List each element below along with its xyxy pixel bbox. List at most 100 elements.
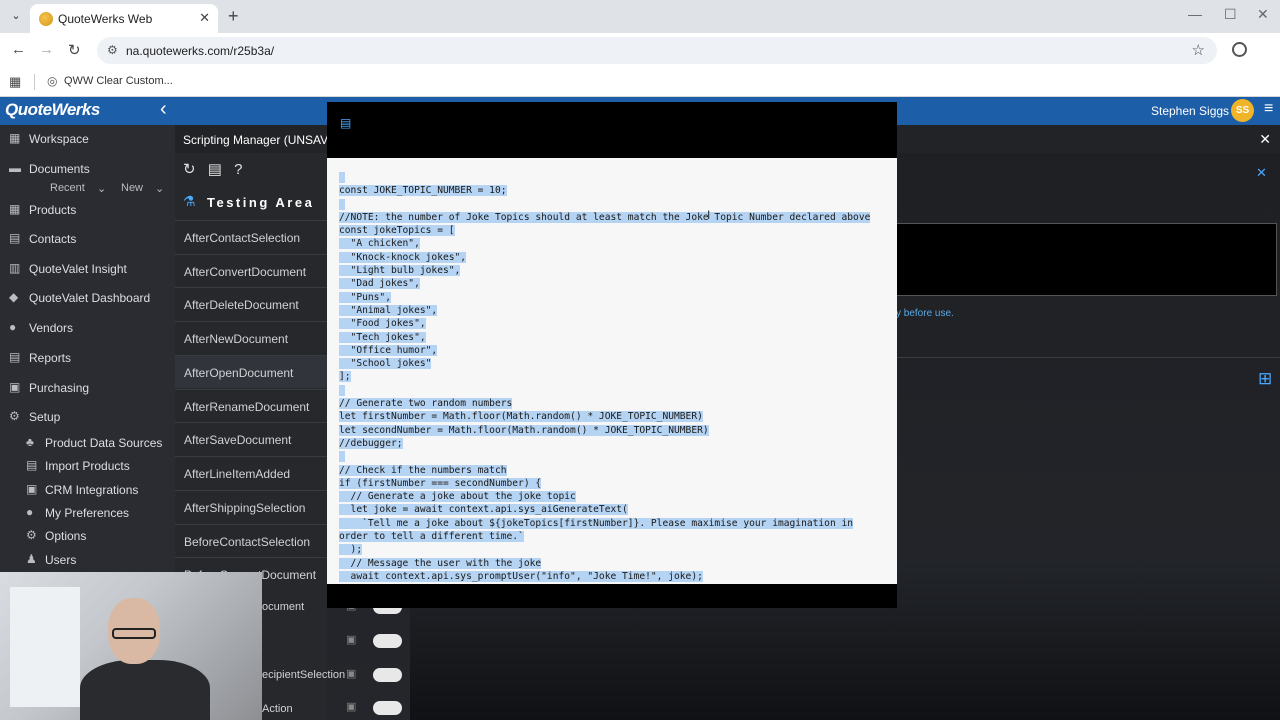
script-event-label[interactable]: ocument [262,601,304,613]
help-icon[interactable]: ? [234,161,242,178]
script-event-item[interactable]: AfterConvertDocument [175,254,327,287]
sidebar-item-import-products[interactable]: ▤ Import Products [0,454,175,478]
avatar[interactable]: SS [1231,99,1254,122]
quotewerks-logo: QuoteWerks [5,100,100,119]
code-line-text: if (firstNumber === secondNumber) { [339,477,542,489]
chevron-down-icon[interactable]: ⌄ [97,182,106,195]
document-icon: ▤ [340,116,352,130]
bookmark-link[interactable]: QWW Clear Custom... [64,75,173,87]
sidebar-item-label: Products [29,203,77,217]
script-event-item[interactable]: AfterShippingSelection [175,490,327,523]
documents-shortcuts: Recent ⌄ New ⌄ [0,182,175,196]
event-toggle-row: ▣ [340,665,410,685]
code-line: await context.api.sys_promptUser("info",… [339,570,870,583]
sidebar-item-purchasing[interactable]: ▣ Purchasing [0,376,175,400]
scroll-icon[interactable]: ▤ [208,161,222,178]
browser-tab-bar: ⌄ QuoteWerks Web ✕ + — ☐ ✕ [0,0,1280,33]
new-tab-button[interactable]: + [228,6,239,27]
refresh-icon[interactable]: ↻ [183,161,196,178]
testing-area-label[interactable]: Testing Area [207,195,314,210]
recent-dropdown[interactable]: Recent [50,182,85,194]
script-event-label[interactable]: ecipientSelection [262,669,345,681]
sidebar-item-product-data-sources[interactable]: ♣ Product Data Sources [0,431,175,455]
sidebar-item-users[interactable]: ♟ Users [0,548,175,572]
script-textarea[interactable] [896,223,1277,296]
minimize-icon[interactable]: — [1188,6,1202,22]
code-line: //debugger; [339,437,870,450]
bookmarks-bar: ▦ ◎ QWW Clear Custom... [0,68,1280,97]
sidebar-item-crm-integrations[interactable]: ▣ CRM Integrations [0,478,175,502]
site-info-icon[interactable]: ⚙ [107,43,118,57]
sidebar-item-documents[interactable]: ▬ Documents [0,157,175,181]
script-event-item[interactable]: AfterRenameDocument [175,389,327,422]
forward-arrow-icon[interactable]: → [39,41,54,58]
event-toggle-row: ▣ [340,631,410,651]
code-line: order to tell a different time.` [339,530,870,543]
sidebar-item-vendors[interactable]: ● Vendors [0,316,175,340]
code-viewer[interactable]: const JOKE_TOPIC_NUMBER = 10; //NOTE: th… [327,158,897,584]
script-event-item[interactable]: AfterSaveDocument [175,422,327,455]
script-event-item[interactable]: BeforeContactSelection [175,524,327,557]
save-icon[interactable]: ▣ [346,633,356,646]
chevron-down-icon[interactable]: ⌄ [155,182,164,195]
sidebar-item-label: Workspace [29,132,89,146]
code-line-text: ); [339,544,363,556]
code-line [339,198,870,211]
code-line-text: const JOKE_TOPIC_NUMBER = 10; [339,185,507,197]
maximize-icon[interactable]: ☐ [1224,6,1237,23]
sidebar-item-reports[interactable]: ▤ Reports [0,346,175,370]
script-event-item[interactable]: AfterDeleteDocument [175,287,327,320]
code-line-text: "School jokes" [339,358,432,370]
code-line-text: "Office humor", [339,344,438,356]
enable-toggle[interactable] [373,634,402,648]
script-event-item[interactable]: AfterContactSelection [175,220,327,253]
sidebar-item-label: Vendors [29,321,74,335]
page-title: Scripting Manager (UNSAVE [183,133,337,147]
close-icon[interactable]: ✕ [1256,165,1267,181]
reload-icon[interactable]: ↻ [68,41,81,59]
tab-close-icon[interactable]: ✕ [199,10,210,26]
profile-icon[interactable] [1232,42,1247,57]
code-line-text: let secondNumber = Math.floor(Math.rando… [339,424,709,436]
sidebar-item-label: Users [45,553,77,567]
save-icon[interactable]: ▣ [346,700,356,713]
script-event-item[interactable]: AfterNewDocument [175,321,327,354]
enable-toggle[interactable] [373,668,402,682]
bookmark-globe-icon: ◎ [47,74,58,88]
close-icon[interactable]: ✕ [1259,131,1271,148]
code-line-text [339,198,345,210]
tab-search-chevron-icon[interactable]: ⌄ [7,7,25,25]
script-event-label[interactable]: Action [262,703,293,715]
sidebar-item-my-preferences[interactable]: ● My Preferences [0,501,175,525]
enable-toggle[interactable] [373,701,402,715]
sidebar-item-contacts[interactable]: ▤ Contacts [0,227,175,251]
code-line-text [339,451,345,463]
new-dropdown[interactable]: New [121,182,143,194]
sidebar-item-options[interactable]: ⚙ Options [0,524,175,548]
sidebar-item-products[interactable]: ▦ Products [0,198,175,222]
address-bar-row: ← → ↻ ⚙ na.quotewerks.com/r25b3a/ ☆ ⋮ [0,33,1280,91]
back-arrow-icon[interactable]: ← [11,41,26,58]
code-block[interactable]: const JOKE_TOPIC_NUMBER = 10; //NOTE: th… [339,171,871,584]
bookmark-star-icon[interactable]: ☆ [1192,41,1205,59]
sidebar-item-quotevalet-dashboard[interactable]: ◆ QuoteValet Dashboard [0,286,175,310]
script-event-item[interactable]: AfterLineItemAdded [175,456,327,489]
collapse-sidebar-chevron-icon[interactable]: ‹ [160,98,167,121]
sidebar-item-setup[interactable]: ⚙ Setup [0,405,175,429]
code-line-text [339,384,345,396]
script-event-label: AfterRenameDocument [184,400,310,414]
script-event-label: AfterOpenDocument [184,366,294,380]
user-name[interactable]: Stephen Siggs [1151,104,1229,118]
sidebar-item-quotevalet-insight[interactable]: ▥ QuoteValet Insight [0,257,175,281]
hamburger-menu-icon[interactable]: ≡ [1264,100,1273,118]
sidebar-item-workspace[interactable]: ▦ Workspace [0,127,175,151]
grid-icon[interactable]: ⊞ [1258,369,1272,389]
script-event-label: AfterConvertDocument [184,265,307,279]
apps-grid-icon[interactable]: ▦ [9,74,21,90]
sidebar-item-label: QuoteValet Insight [29,262,127,276]
browser-tab[interactable]: QuoteWerks Web ✕ [30,4,218,33]
script-event-item[interactable]: AfterOpenDocument [175,355,327,388]
url-input[interactable]: ⚙ na.quotewerks.com/r25b3a/ ☆ [97,37,1217,64]
save-icon[interactable]: ▣ [346,667,356,680]
window-close-icon[interactable]: ✕ [1257,6,1269,23]
